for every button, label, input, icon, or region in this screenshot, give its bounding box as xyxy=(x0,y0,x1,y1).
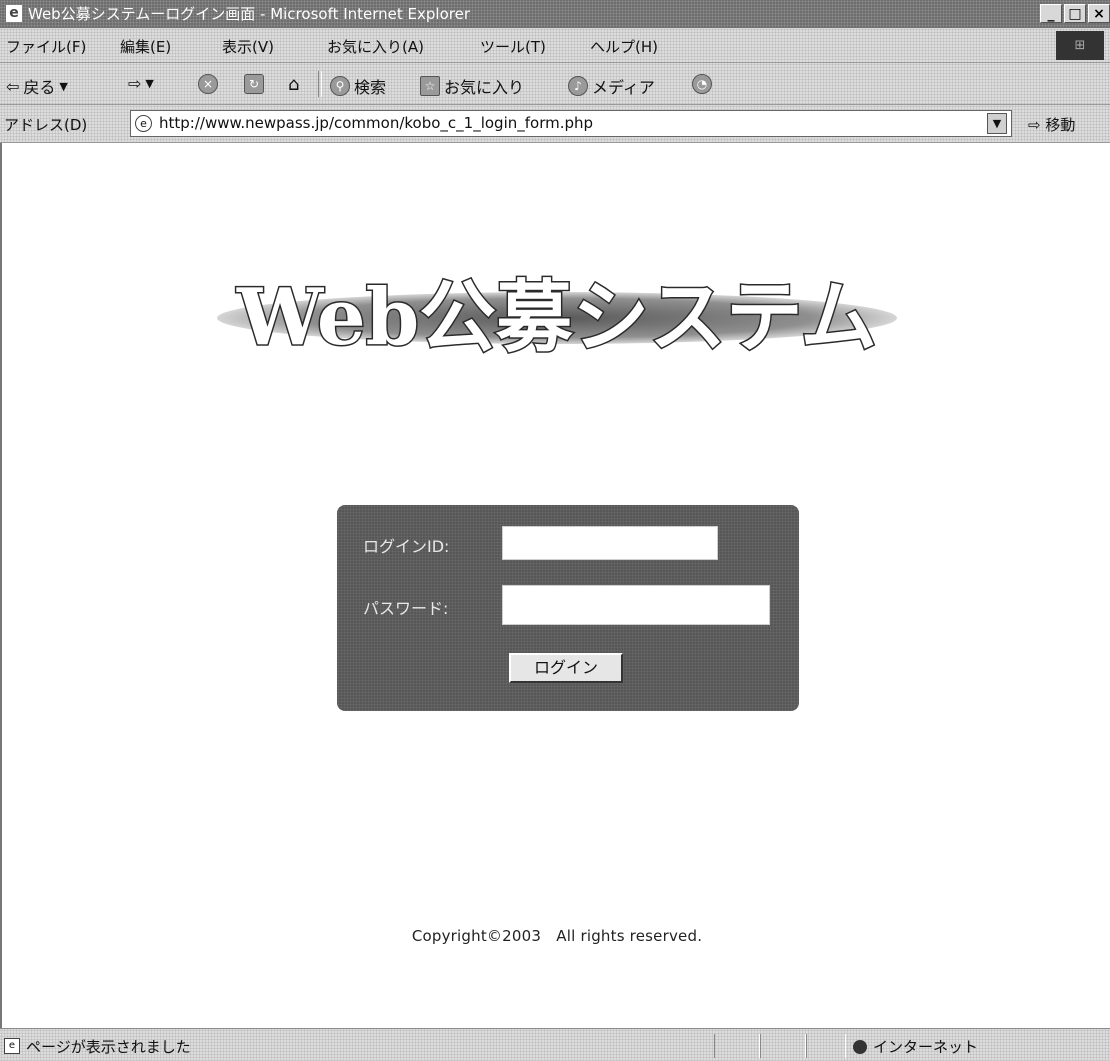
favorites-label: お気に入り xyxy=(444,78,525,97)
menu-file[interactable]: ファイル(F) xyxy=(6,36,86,57)
login-id-input[interactable] xyxy=(502,526,718,560)
media-icon: ♪ xyxy=(568,76,588,96)
status-pane xyxy=(806,1034,846,1058)
address-dropdown-icon[interactable]: ▼ xyxy=(987,113,1007,134)
status-bar: e ページが表示されました インターネット xyxy=(0,1028,1110,1061)
menu-tools[interactable]: ツール(T) xyxy=(480,36,546,57)
menu-view[interactable]: 表示(V) xyxy=(222,36,274,57)
stop-icon: × xyxy=(198,74,218,94)
login-button[interactable]: ログイン xyxy=(509,653,623,683)
menu-favorites[interactable]: お気に入り(A) xyxy=(327,36,424,57)
stop-button[interactable]: × xyxy=(198,74,218,94)
menu-help[interactable]: ヘルプ(H) xyxy=(590,36,658,57)
status-pane xyxy=(714,1034,760,1058)
favorites-icon: ☆ xyxy=(420,76,440,96)
logo-text: Web公募システム xyxy=(236,272,877,363)
search-label: 検索 xyxy=(354,78,387,97)
refresh-button[interactable]: ↻ xyxy=(244,74,264,94)
password-label: パスワード: xyxy=(363,599,449,618)
status-text: ページが表示されました xyxy=(26,1038,191,1056)
forward-button[interactable]: ⇨ ▼ xyxy=(128,74,154,93)
site-logo: Web公募システム xyxy=(217,271,897,365)
home-icon: ⌂ xyxy=(288,74,300,95)
close-button[interactable]: × xyxy=(1088,4,1110,23)
go-arrow-icon: ⇨ xyxy=(1028,116,1041,134)
back-arrow-icon: ⇦ xyxy=(6,76,20,96)
page-done-icon: e xyxy=(4,1038,20,1054)
media-label: メディア xyxy=(592,78,655,97)
login-panel: ログインID: パスワード: ログイン xyxy=(337,505,799,711)
search-icon: ⚲ xyxy=(330,76,350,96)
login-id-label: ログインID: xyxy=(363,537,450,556)
history-icon: ◔ xyxy=(692,74,712,94)
windows-logo-icon: ⊞ xyxy=(1056,31,1104,60)
page-icon: e xyxy=(135,115,152,132)
menu-edit[interactable]: 編集(E) xyxy=(120,36,171,57)
back-label: 戻る xyxy=(23,78,56,97)
go-button[interactable]: ⇨ 移動 xyxy=(1028,114,1075,135)
search-button[interactable]: ⚲ 検索 xyxy=(330,74,386,98)
media-button[interactable]: ♪ メディア xyxy=(568,74,655,98)
zone-label: インターネット xyxy=(873,1038,979,1056)
address-url: http://www.newpass.jp/common/kobo_c_1_lo… xyxy=(159,114,594,132)
favorites-button[interactable]: ☆ お気に入り xyxy=(420,74,524,98)
password-input[interactable] xyxy=(502,585,770,625)
address-label: アドレス(D) xyxy=(4,116,88,134)
window-title: Web公募システムーログイン画面 - Microsoft Internet Ex… xyxy=(28,5,471,23)
browser-window: e Web公募システムーログイン画面 - Microsoft Internet … xyxy=(0,0,1110,1061)
ie-icon: e xyxy=(6,5,22,22)
page-content: Web公募システム ログインID: パスワード: ログイン Copyright©… xyxy=(0,143,1110,1028)
forward-arrow-icon: ⇨ xyxy=(128,74,142,93)
chevron-down-icon: ▼ xyxy=(59,79,68,93)
minimize-button[interactable]: _ xyxy=(1040,4,1062,23)
address-input[interactable]: e http://www.newpass.jp/common/kobo_c_1_… xyxy=(130,110,1012,137)
security-zone: インターネット xyxy=(853,1036,978,1057)
chevron-down-icon: ▼ xyxy=(145,77,154,90)
home-button[interactable]: ⌂ xyxy=(288,74,299,95)
toolbar-separator xyxy=(318,71,322,97)
address-bar: アドレス(D) e http://www.newpass.jp/common/k… xyxy=(0,105,1110,143)
copyright-text: Copyright©2003 All rights reserved. xyxy=(411,927,703,945)
history-button[interactable]: ◔ xyxy=(692,74,712,94)
maximize-button[interactable]: □ xyxy=(1064,4,1086,23)
standard-toolbar: ⇦ 戻る ▼ ⇨ ▼ × ↻ ⌂ ⚲ 検索 ☆ お気に入り ♪ メディア ◔ xyxy=(0,63,1110,105)
refresh-icon: ↻ xyxy=(244,74,264,94)
globe-icon xyxy=(853,1039,867,1054)
back-button[interactable]: ⇦ 戻る ▼ xyxy=(6,74,68,98)
title-bar: e Web公募システムーログイン画面 - Microsoft Internet … xyxy=(0,0,1110,28)
menu-bar: ファイル(F) 編集(E) 表示(V) お気に入り(A) ツール(T) ヘルプ(… xyxy=(0,28,1110,63)
status-pane xyxy=(760,1034,806,1058)
go-label: 移動 xyxy=(1045,116,1076,134)
